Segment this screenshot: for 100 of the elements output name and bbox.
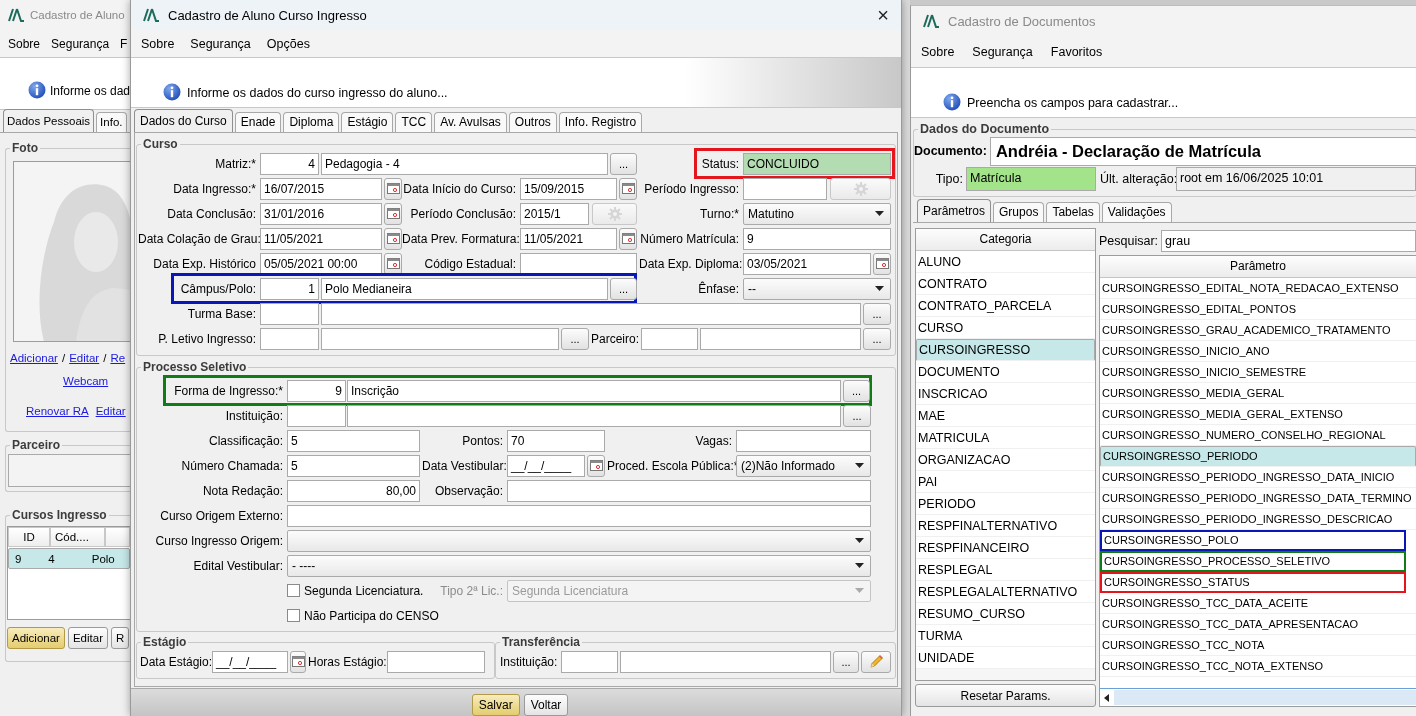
text-field[interactable]: __/__/____: [212, 650, 288, 673]
list-item[interactable]: RESPFINANCEIRO: [916, 537, 1095, 559]
action-button[interactable]: Adicionar: [7, 627, 65, 649]
checkbox[interactable]: [287, 609, 300, 622]
link[interactable]: Adicionar: [10, 352, 58, 364]
text-field[interactable]: 11/05/2021: [520, 227, 617, 250]
list-item[interactable]: CURSO: [916, 317, 1095, 339]
tab[interactable]: Parâmetros: [917, 199, 992, 222]
menu-item[interactable]: Sobre: [141, 36, 175, 51]
browse-button[interactable]: ...: [863, 327, 891, 350]
text-field[interactable]: [387, 650, 485, 673]
list-item[interactable]: UNIDADE: [916, 647, 1095, 669]
text-field[interactable]: Polo Medianeira: [321, 277, 608, 300]
list-item[interactable]: PERIODO: [916, 493, 1095, 515]
text-field[interactable]: [8, 454, 130, 487]
text-field[interactable]: __/__/____: [507, 454, 585, 477]
list-item[interactable]: DOCUMENTO: [916, 361, 1095, 383]
table-row[interactable]: CURSOINGRESSO_PROCESSO_SELETIVO: [1100, 551, 1406, 572]
text-field[interactable]: 70: [507, 429, 605, 452]
action-button[interactable]: Salvar: [471, 694, 520, 716]
checkbox[interactable]: [287, 584, 300, 597]
calendar-button[interactable]: [384, 252, 402, 275]
text-field[interactable]: CONCLUIDO: [743, 152, 891, 175]
list-item[interactable]: RESPFINALTERNATIVO: [916, 515, 1095, 537]
dropdown[interactable]: Matutino: [743, 202, 891, 225]
text-field[interactable]: [507, 479, 871, 502]
menu-item[interactable]: F: [120, 36, 128, 51]
close-button[interactable]: ×: [871, 3, 895, 27]
text-field[interactable]: 11/05/2021: [260, 227, 382, 250]
tab[interactable]: Grupos: [993, 202, 1045, 222]
tab[interactable]: Dados Pessoais: [3, 109, 95, 132]
tab[interactable]: TCC: [395, 112, 433, 132]
text-field[interactable]: [287, 404, 346, 427]
text-field[interactable]: 9: [287, 379, 346, 402]
text-field[interactable]: [743, 177, 827, 200]
edit-button[interactable]: [861, 650, 891, 673]
action-button[interactable]: Editar: [67, 627, 108, 649]
list-item[interactable]: CURSOINGRESSO: [916, 339, 1095, 361]
column-header[interactable]: ID: [8, 527, 50, 547]
tab[interactable]: Tabelas: [1046, 202, 1100, 222]
text-field[interactable]: 31/01/2016: [260, 202, 382, 225]
text-field[interactable]: [260, 302, 319, 325]
text-field[interactable]: [641, 327, 698, 350]
text-field[interactable]: 80,00: [287, 479, 420, 502]
browse-button[interactable]: ...: [843, 379, 870, 402]
list-item[interactable]: ALUNO: [916, 251, 1095, 273]
text-field[interactable]: 5: [287, 454, 420, 477]
menu-item[interactable]: Segurança: [51, 36, 110, 51]
list-item[interactable]: ORGANIZACAO: [916, 449, 1095, 471]
list-item[interactable]: RESPLEGAL: [916, 559, 1095, 581]
link[interactable]: Renovar RA: [26, 405, 89, 417]
text-field[interactable]: 5: [287, 429, 420, 452]
action-button[interactable]: Voltar: [523, 694, 569, 716]
action-button[interactable]: R: [111, 627, 130, 649]
browse-button[interactable]: ...: [561, 327, 589, 350]
text-field[interactable]: Inscrição: [347, 379, 841, 402]
column-header[interactable]: Parâmetro: [1100, 256, 1416, 278]
browse-button[interactable]: ...: [833, 650, 859, 673]
reset-button[interactable]: Resetar Params.: [915, 684, 1096, 707]
column-header[interactable]: [105, 527, 130, 547]
link[interactable]: Re: [110, 352, 126, 364]
list-item[interactable]: RESPLEGALALTERNATIVO: [916, 581, 1095, 603]
list-item[interactable]: CONTRATO: [916, 273, 1095, 295]
menu-item[interactable]: Sobre: [921, 44, 955, 59]
tab[interactable]: Av. Avulsas: [434, 112, 507, 132]
text-field[interactable]: [736, 429, 871, 452]
search-field[interactable]: grau: [1161, 229, 1416, 252]
list-item[interactable]: RESUMO_CURSO: [916, 603, 1095, 625]
text-field[interactable]: [620, 650, 831, 673]
dropdown[interactable]: [287, 529, 871, 552]
browse-button[interactable]: ...: [610, 152, 637, 175]
table-row[interactable]: CURSOINGRESSO_PERIODO: [1100, 446, 1416, 467]
text-field[interactable]: [561, 650, 618, 673]
tab[interactable]: Info. Registro: [558, 112, 643, 132]
text-field[interactable]: [260, 327, 319, 350]
menu-item[interactable]: Sobre: [8, 36, 41, 51]
menu-item[interactable]: Segurança: [190, 36, 251, 51]
menu-item[interactable]: Segurança: [972, 44, 1033, 59]
text-field[interactable]: 1: [260, 277, 319, 300]
tab[interactable]: Dados do Curso: [134, 109, 233, 132]
text-field[interactable]: [321, 327, 559, 350]
dropdown[interactable]: - ----: [287, 554, 871, 577]
list-item[interactable]: MAE: [916, 405, 1095, 427]
browse-button[interactable]: ...: [843, 404, 871, 427]
menu-item[interactable]: Opções: [266, 36, 310, 51]
tab[interactable]: Info.: [96, 112, 127, 132]
list-item[interactable]: MATRICULA: [916, 427, 1095, 449]
text-field[interactable]: 05/05/2021 00:00: [260, 252, 382, 275]
browse-button[interactable]: ...: [610, 277, 637, 300]
dropdown[interactable]: --: [743, 277, 891, 300]
text-field[interactable]: Pedagogia - 4: [321, 152, 608, 175]
text-field[interactable]: [700, 327, 861, 350]
tab[interactable]: Validações: [1101, 202, 1172, 222]
tab[interactable]: Enade: [234, 112, 282, 132]
column-header[interactable]: Cód....: [50, 527, 105, 547]
text-field[interactable]: [520, 252, 637, 275]
tab[interactable]: Outros: [508, 112, 557, 132]
text-field[interactable]: 4: [260, 152, 319, 175]
text-field[interactable]: 15/09/2015: [520, 177, 617, 200]
column-header[interactable]: Categoria: [916, 229, 1095, 251]
